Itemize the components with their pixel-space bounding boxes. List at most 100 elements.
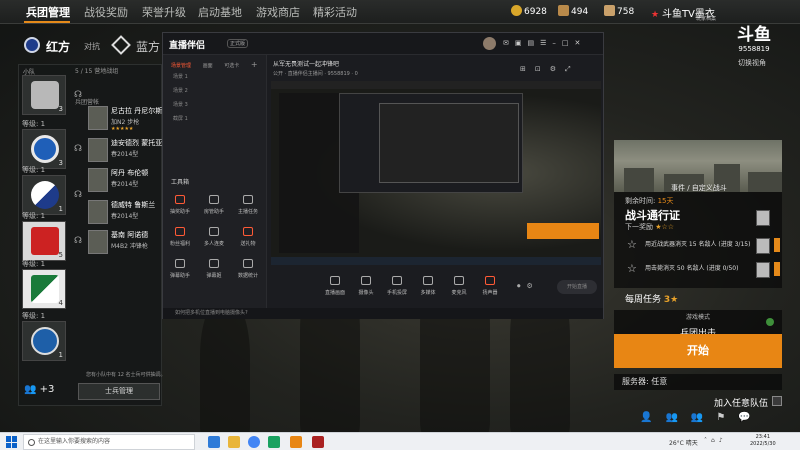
start-button[interactable]: 开始 <box>614 334 782 368</box>
source-live-screen[interactable]: 直播画面 <box>321 276 349 296</box>
tool-danmaku-robot[interactable]: 弹幕姬 <box>199 259 229 279</box>
window-controls: ✉▣▤☰–□✕ <box>503 39 586 47</box>
edge-icon[interactable] <box>208 436 220 448</box>
list-item[interactable]: 阿丹 布伦顿 春2014型 <box>75 166 160 194</box>
flag-icon[interactable]: ⚑ <box>716 412 738 423</box>
tab-blue-team[interactable]: 蓝方 <box>136 38 160 55</box>
chrome-icon[interactable] <box>248 436 260 448</box>
windows-start-icon[interactable] <box>6 436 18 448</box>
friends-icon[interactable]: 👥 <box>665 412 690 423</box>
record-icon[interactable]: ⏺ <box>517 282 527 290</box>
soldier-management-button[interactable]: 士兵管理 <box>78 383 160 400</box>
close-icon[interactable]: ✕ <box>575 39 587 47</box>
go-live-button[interactable]: 开始直播 <box>557 280 597 294</box>
tool-gifts[interactable]: 送礼物 <box>233 227 263 247</box>
source-microphone[interactable]: 麦克风 <box>445 276 473 296</box>
next-reward: 下一奖励 ★☆☆ <box>625 223 675 231</box>
help-tip[interactable]: 如何把多机位直播到电脑摄像头? <box>175 310 248 316</box>
stream-app-taskbar-icon[interactable] <box>290 436 302 448</box>
list-item[interactable]: 基南 阿诺德 M4B2 冲锋枪 <box>75 228 160 256</box>
tab-red-team[interactable]: 红方 <box>46 38 70 55</box>
version-badge: 正式版 <box>227 39 249 48</box>
stream-source-bar: 直播画面 摄像头 手机投屏 多媒体 麦克风 扬声器 ⏺⚙ 开始直播 <box>267 272 603 308</box>
tab-canvas[interactable]: 画面 <box>203 63 213 69</box>
source-phone[interactable]: 手机投屏 <box>383 276 411 296</box>
red-team-emblem-icon <box>24 37 40 53</box>
division-emblem-icon <box>31 135 59 163</box>
wechat-icon[interactable] <box>268 436 280 448</box>
tab-cards[interactable]: 可选卡 <box>224 63 239 69</box>
nav-base[interactable]: 启动基地 <box>198 4 242 20</box>
maximize-icon[interactable]: □ <box>562 39 575 47</box>
nav-unit-management[interactable]: 兵团管理 <box>26 4 70 20</box>
server-select[interactable]: 服务器: 任意 <box>614 374 782 390</box>
nav-campaign-rewards[interactable]: 战役奖励 <box>84 4 128 20</box>
squad-extra-count[interactable]: 👥 +3 <box>24 384 54 395</box>
toolbox-label: 工具箱 <box>171 179 190 186</box>
squad-slot-1[interactable]: 3 ☊ <box>22 75 82 115</box>
game-mode-box[interactable]: 游戏模式 兵团出击 <box>614 310 782 339</box>
scene-item[interactable]: 场景 2 <box>173 87 188 94</box>
network-icon[interactable]: ⌂ <box>711 437 719 444</box>
stream-status-bar: 如何把多机位直播到电脑摄像头? <box>163 308 603 319</box>
nav-honor-upgrade[interactable]: 荣誉升级 <box>142 4 186 20</box>
tool-danmaku[interactable]: 弹幕助手 <box>165 259 195 279</box>
nav-events[interactable]: 精彩活动 <box>313 4 357 20</box>
profile-sub[interactable]: 玩家档案 <box>696 15 716 22</box>
squad-slot-5[interactable]: 等级: 1 4 <box>22 260 66 309</box>
tool-lottery[interactable]: 抽奖助手 <box>165 195 195 215</box>
squad-slot-4[interactable]: 等级: 1 5 ☊ <box>22 212 82 261</box>
tool-room-admin[interactable]: 房管助手 <box>199 195 229 215</box>
room-title[interactable]: 从军无畏测试一起冲锋吧 <box>273 59 339 68</box>
add-friend-icon[interactable]: 👤 <box>640 412 665 423</box>
tool-tasks[interactable]: 主播任务 <box>233 195 263 215</box>
scene-item[interactable]: 场景 1 <box>173 73 188 80</box>
squad-slot-6[interactable]: 等级: 1 1 <box>22 312 66 361</box>
minimize-icon[interactable]: – <box>552 39 562 47</box>
list-item[interactable]: 迪安德烈 蒙托亚 春2014型 <box>75 136 162 164</box>
join-any-team-checkbox[interactable] <box>772 396 782 406</box>
settings-icon[interactable]: ⚙ <box>550 65 565 73</box>
squad-slot-3[interactable]: 等级: 1 1 ☊ <box>22 166 82 215</box>
source-speaker[interactable]: 扬声器 <box>476 276 504 296</box>
gear-icon[interactable]: ⚙ <box>527 282 539 290</box>
taskbar-search-input[interactable]: 在这里输入你要搜索的内容 <box>23 434 195 450</box>
task-reward-icon[interactable] <box>756 238 770 254</box>
mail-icon[interactable]: ✉ <box>503 39 515 47</box>
weekly-tasks[interactable]: 每周任务 3★ <box>625 292 678 305</box>
shirt-icon[interactable]: ▤ <box>528 39 541 47</box>
menu-icon[interactable]: ☰ <box>540 39 552 47</box>
crop-icon[interactable]: ⊡ <box>535 65 550 73</box>
scene-item[interactable]: 场景 3 <box>173 101 188 108</box>
scene-item[interactable]: 截屏 1 <box>173 115 188 122</box>
tool-stats[interactable]: 数据统计 <box>233 259 263 279</box>
nav-shop[interactable]: 游戏商店 <box>256 4 300 20</box>
reward-preview-icon[interactable] <box>756 210 770 226</box>
tool-co-stream[interactable]: 多人连麦 <box>199 227 229 247</box>
weather-widget[interactable]: 26°C 晴天 <box>669 438 698 447</box>
source-media[interactable]: 多媒体 <box>414 276 442 296</box>
group-icon[interactable]: 👥 <box>691 412 716 423</box>
gift-icon[interactable]: ▣ <box>515 39 528 47</box>
avatar[interactable] <box>483 37 496 50</box>
chat-icon[interactable]: 💬 <box>738 412 763 423</box>
fullscreen-icon[interactable]: ⤢ <box>565 65 580 73</box>
layout-icon[interactable]: ⊞ <box>520 65 535 73</box>
list-item[interactable]: 德威特 鲁斯兰 春2014型 <box>75 198 160 226</box>
add-scene-icon[interactable]: + <box>251 60 258 69</box>
squad-icon: 👥 <box>24 384 37 395</box>
list-item[interactable]: 尼古拉 丹尼尔斯 加N2 步枪 ★★★★★ <box>75 104 162 132</box>
tool-fan-benefits[interactable]: 粉丝福利 <box>165 227 195 247</box>
volume-icon[interactable]: ♪ <box>719 437 727 444</box>
chevron-up-icon[interactable]: ˄ <box>704 437 711 444</box>
folder-icon[interactable] <box>228 436 240 448</box>
stream-preview[interactable] <box>271 81 601 265</box>
taskbar-clock[interactable]: 23:41 2022/5/30 <box>750 434 776 448</box>
tab-scenes[interactable]: 场景管理 <box>171 63 191 69</box>
task-reward-icon[interactable] <box>756 262 770 278</box>
squad-slot-2[interactable]: 等级: 1 3 ☊ <box>22 120 82 169</box>
switch-view-label[interactable]: 切换视角 <box>738 58 766 68</box>
game-taskbar-icon[interactable] <box>312 436 324 448</box>
battle-pass-title[interactable]: 战斗通行证 <box>625 207 680 223</box>
source-camera[interactable]: 摄像头 <box>352 276 380 296</box>
